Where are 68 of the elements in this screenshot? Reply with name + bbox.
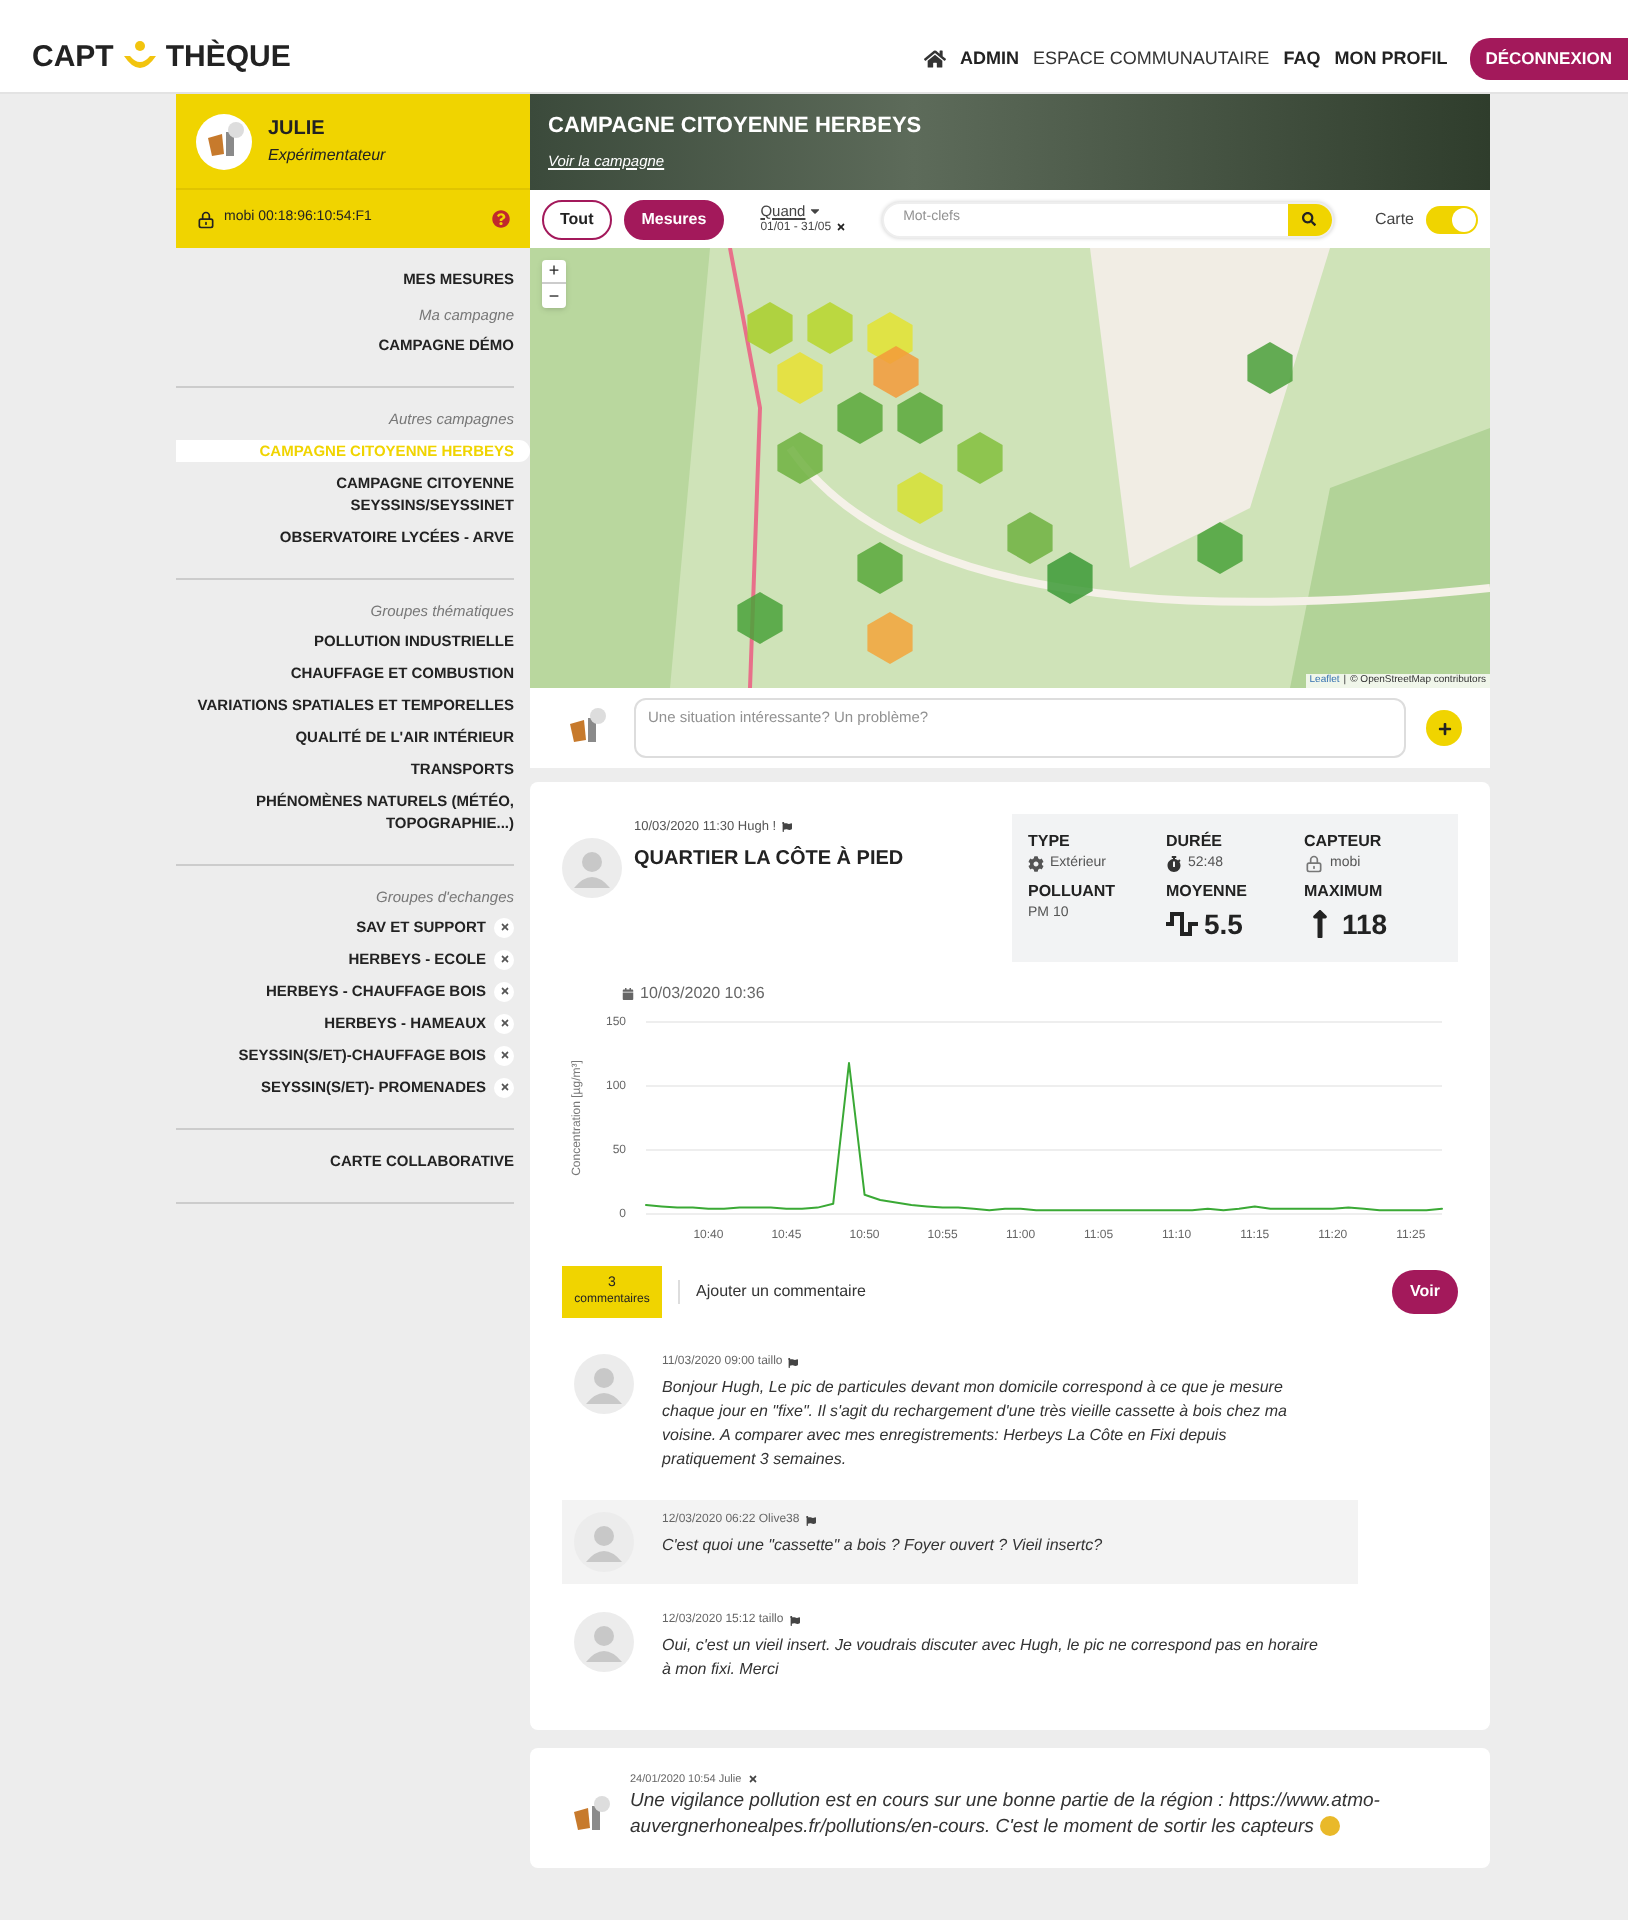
stat-label: CAPTEUR [1304, 830, 1384, 854]
logout-button[interactable]: DÉCONNEXION [1469, 38, 1628, 80]
logo-text: THÈQUE [165, 37, 291, 77]
add-post-button[interactable] [1426, 710, 1462, 746]
close-icon [499, 1082, 509, 1092]
map-toggle[interactable] [1426, 205, 1478, 233]
home-icon[interactable] [924, 48, 946, 71]
comment-text: Bonjour Hugh, Le pic de particules devant mon domicile correspond à ce que je mesure chaque jour en "fixe". Il s'agit du rechargement d'une très vieille cassette à bois chez ma voisine. A comparer avec mes enregistrements: Herbeys La Côte en Fixi depuis pratiquement 3 semaines. [662, 1375, 1289, 1471]
measurement-title: QUARTIER LA CÔTE À PIED [634, 844, 904, 874]
flag-icon[interactable] [805, 1515, 816, 1525]
calendar-icon [622, 987, 634, 999]
filter-tab[interactable]: Mesures [623, 199, 725, 239]
help-icon[interactable] [492, 210, 510, 228]
stat-label: MAXIMUM [1304, 879, 1385, 903]
search-icon [1302, 212, 1317, 226]
close-icon [499, 922, 509, 932]
stat-label: POLLUANT [1028, 879, 1118, 903]
comment-text: Oui, c'est un vieil insert. Je voudrais discuter avec Hugh, le pic ne correspond pas en horaire à mon fixi. Merci [662, 1633, 1320, 1681]
close-icon [499, 1050, 509, 1060]
avatar-icon [196, 113, 252, 169]
search-button[interactable] [1287, 203, 1332, 235]
gear-icon [1028, 856, 1044, 873]
stat-label: TYPE [1028, 830, 1072, 854]
stat-label: DURÉE [1166, 830, 1225, 854]
filter-tab[interactable]: Tout [542, 199, 612, 239]
chart-date: 10/03/2020 10:36 [640, 981, 765, 1005]
close-icon[interactable] [747, 1774, 758, 1785]
emoji-icon [1319, 1816, 1340, 1837]
nav-link[interactable]: MON PROFIL [1334, 45, 1448, 73]
remove-button[interactable] [494, 917, 514, 937]
stat-label: MOYENNE [1166, 879, 1249, 903]
remove-button[interactable] [494, 1045, 514, 1065]
campaign-title: CAMPAGNE CITOYENNE HERBEYS [548, 112, 924, 142]
close-icon [499, 954, 509, 964]
comment-text: C'est quoi une "cassette" a bois ? Foyer ouvert ? Vieil insertc? [662, 1533, 1103, 1557]
add-comment-link[interactable]: Ajouter un commentaire [678, 1279, 866, 1303]
clear-icon[interactable] [835, 222, 846, 232]
caret-icon [807, 204, 822, 218]
stat-value: 5.5 [1204, 905, 1243, 943]
nav-link[interactable]: FAQ [1283, 45, 1321, 73]
logo[interactable]: CAPT THÈQUE [32, 35, 291, 80]
remove-button[interactable] [494, 1013, 514, 1033]
stopwatch-icon [1166, 856, 1182, 873]
flag-icon[interactable] [789, 1615, 800, 1625]
user-name: JULIE [268, 116, 327, 144]
plus-icon [1437, 721, 1451, 735]
logo-text: CAPT [32, 37, 114, 77]
avatar-icon [574, 1611, 634, 1671]
zoom-out-button[interactable]: − [542, 284, 566, 308]
toggle-label: Carte [1374, 207, 1414, 231]
flag-icon[interactable] [788, 1357, 799, 1367]
stat-value: 118 [1342, 905, 1388, 943]
remove-button[interactable] [494, 949, 514, 969]
close-icon [499, 986, 509, 996]
avatar-icon [574, 1353, 634, 1413]
remove-button[interactable] [494, 1077, 514, 1097]
nav-link[interactable]: ADMIN [960, 45, 1019, 73]
close-icon [499, 1018, 509, 1028]
user-role: Expérimentateur [268, 144, 386, 168]
wave-icon [1166, 910, 1198, 938]
post-text: Une vigilance pollution est en cours sur une bonne partie de la région : https://www.atmo-auvergnerhonealpes.fr/pollutions/en-cours. C'est le moment de sortir les capteurs [630, 1787, 1382, 1840]
zoom-in-button[interactable]: + [542, 260, 566, 284]
avatar-icon [562, 838, 622, 898]
remove-button[interactable] [494, 981, 514, 1001]
avatar-icon [574, 1511, 634, 1571]
nav-link[interactable]: ESPACE COMMUNAUTAIRE [1033, 45, 1270, 73]
view-button[interactable]: Voir [1392, 1269, 1458, 1313]
flag-icon[interactable] [782, 822, 793, 833]
